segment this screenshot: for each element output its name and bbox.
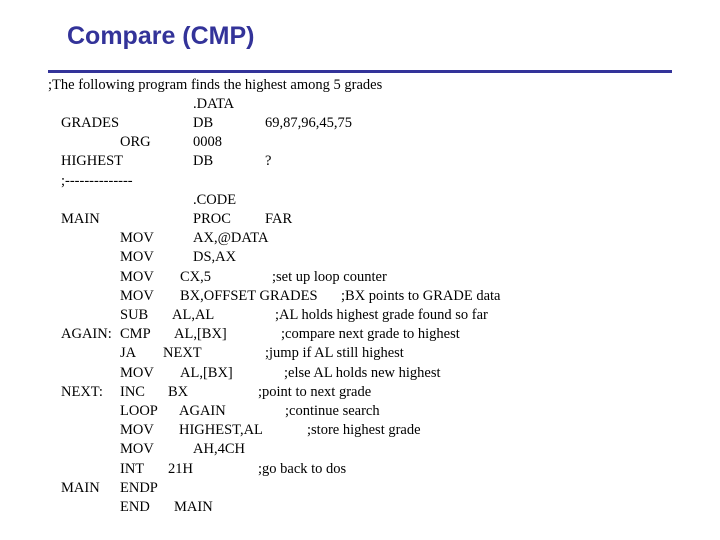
label: MAIN	[61, 480, 100, 496]
comment: ;store highest grade	[307, 422, 421, 438]
comment: ;jump if AL still highest	[265, 345, 404, 361]
mnemonic: END	[120, 499, 150, 515]
operand: 69,87,96,45,75	[265, 115, 352, 131]
comment: ;compare next grade to highest	[281, 326, 460, 342]
mnemonic: MOV	[120, 269, 154, 285]
mnemonic: CMP	[120, 326, 151, 342]
operand: BX	[168, 384, 189, 400]
label: NEXT:	[61, 384, 103, 400]
operand: AL,[BX]	[174, 326, 227, 342]
mnemonic: JA	[120, 345, 137, 361]
mnemonic: DB	[193, 115, 214, 131]
label: GRADES	[61, 115, 120, 131]
operand: MAIN	[174, 499, 213, 515]
operand: AX,@DATA	[193, 230, 269, 246]
mnemonic: LOOP	[120, 403, 158, 419]
mnemonic: 0008	[193, 134, 222, 150]
operand: 21H	[168, 461, 193, 477]
directive: .CODE	[193, 192, 237, 208]
mnemonic: DB	[193, 153, 214, 169]
operand: NEXT	[163, 345, 202, 361]
operand: AL,[BX]	[180, 365, 233, 381]
label: AGAIN:	[61, 326, 112, 342]
operand: FAR	[265, 211, 293, 227]
intro-comment: ;The following program finds the highest…	[48, 77, 383, 93]
operand: ?	[265, 153, 272, 169]
operand: HIGHEST,AL	[179, 422, 263, 438]
mnemonic: SUB	[120, 307, 149, 323]
operand: AH,4CH	[193, 441, 245, 457]
comment: ;point to next grade	[258, 384, 372, 400]
comment: ;BX points to GRADE data	[341, 288, 501, 304]
slide-title: Compare (CMP)	[67, 22, 255, 50]
title-underline-divider	[48, 70, 672, 73]
operand: BX,OFFSET GRADES	[180, 288, 318, 304]
comment: ;AL holds highest grade found so far	[275, 307, 488, 323]
operand: DS,AX	[193, 249, 237, 265]
comment: ;continue search	[285, 403, 380, 419]
mnemonic: INT	[120, 461, 145, 477]
separator-comment: ;--------------	[61, 173, 133, 189]
operand: AL,AL	[172, 307, 215, 323]
mnemonic: MOV	[120, 441, 154, 457]
label: HIGHEST	[61, 153, 124, 169]
comment: ;else AL holds new highest	[284, 365, 441, 381]
mnemonic: MOV	[120, 288, 154, 304]
mnemonic: PROC	[193, 211, 231, 227]
mnemonic: MOV	[120, 249, 154, 265]
mnemonic: MOV	[120, 422, 154, 438]
mnemonic: MOV	[120, 230, 154, 246]
label: MAIN	[61, 211, 100, 227]
operand: AGAIN	[179, 403, 226, 419]
comment: ;go back to dos	[258, 461, 347, 477]
comment: ;set up loop counter	[272, 269, 387, 285]
operand: CX,5	[180, 269, 212, 285]
label: ORG	[120, 134, 151, 150]
mnemonic: MOV	[120, 365, 154, 381]
mnemonic: ENDP	[120, 480, 158, 496]
directive: .DATA	[193, 96, 235, 112]
mnemonic: INC	[120, 384, 145, 400]
